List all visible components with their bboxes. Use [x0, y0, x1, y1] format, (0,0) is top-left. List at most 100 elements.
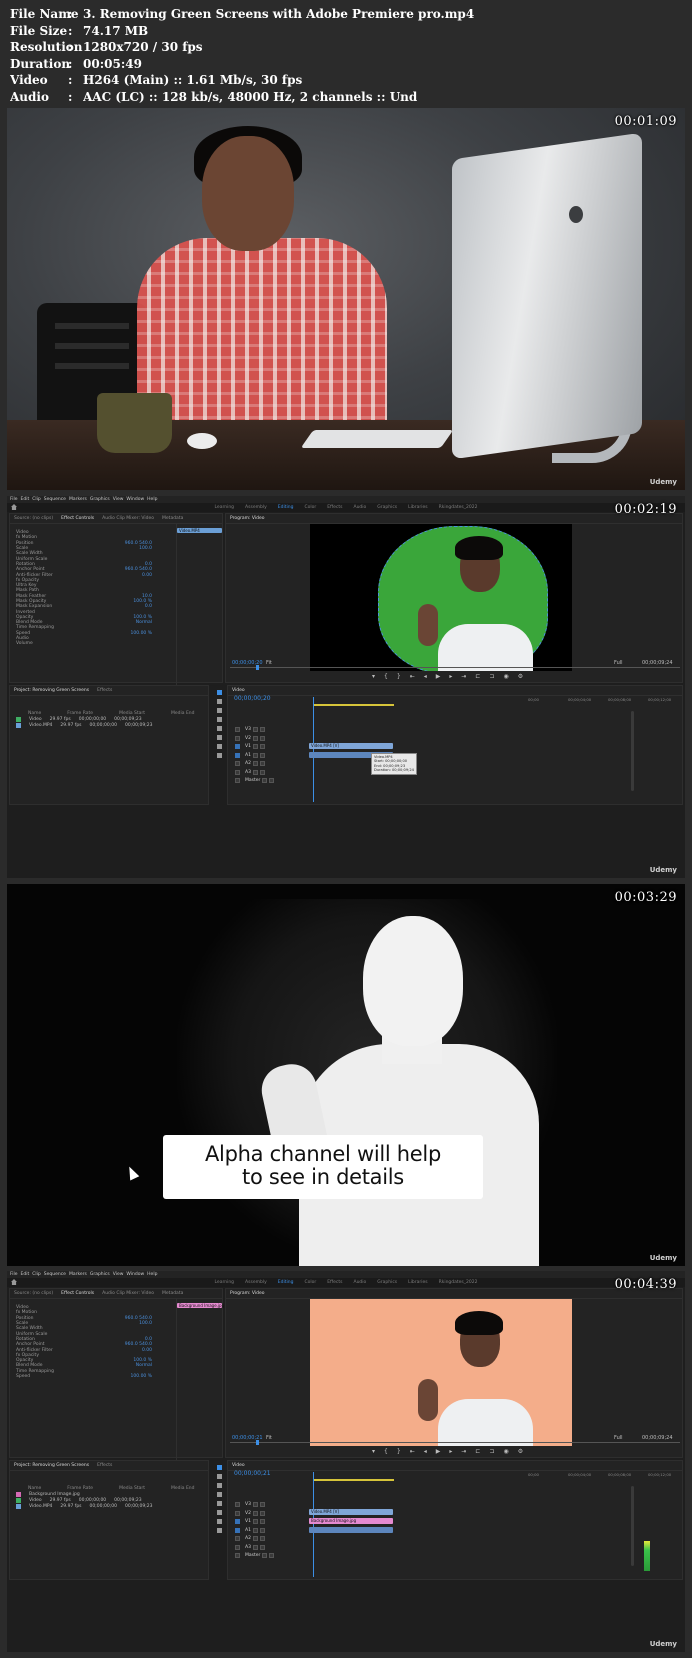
menu-item[interactable]: Sequence [44, 497, 66, 502]
timeline-clip-video[interactable]: Video.MP4 [V] [309, 743, 393, 749]
effect-value[interactable]: 960.0 540.0 [125, 541, 152, 546]
project-column-header[interactable]: Name [28, 1486, 41, 1491]
workspace-tab[interactable]: Rkingdates_2022 [439, 505, 478, 510]
track-header[interactable]: Master [231, 777, 313, 784]
timeline-playhead[interactable] [313, 697, 314, 802]
workspace-tab[interactable]: Effects [327, 505, 342, 510]
lock-icon[interactable] [252, 1527, 258, 1533]
effect-value[interactable]: 0.00 [142, 573, 152, 578]
step-forward-icon[interactable]: ▸ [449, 1448, 452, 1455]
track-header[interactable]: V2 [231, 1510, 313, 1517]
program-label[interactable]: Program: Video [230, 516, 265, 521]
timeline-scrollbar[interactable] [631, 711, 634, 791]
menu-item[interactable]: Graphics [90, 1272, 110, 1277]
project-column-header[interactable]: Media Start [119, 1486, 145, 1491]
ripple-edit-icon[interactable] [217, 708, 222, 713]
step-forward-icon[interactable]: ▸ [449, 673, 452, 680]
program-scrubber[interactable] [230, 667, 680, 668]
ripple-edit-icon[interactable] [217, 1483, 222, 1488]
menu-item[interactable]: View [113, 497, 124, 502]
in-point-icon[interactable]: { [384, 673, 388, 680]
eye-icon[interactable] [269, 778, 275, 783]
track-target-toggle[interactable] [235, 1502, 240, 1507]
workspace-tab[interactable]: Editing [278, 505, 294, 510]
eye-icon[interactable] [269, 1553, 275, 1558]
track-header[interactable]: A2 [231, 760, 313, 767]
workspace-tab[interactable]: Audio [353, 505, 366, 510]
step-back-icon[interactable]: ◂ [424, 1448, 427, 1455]
selection-tool-icon[interactable] [217, 690, 222, 695]
effect-value[interactable]: 10.0 [142, 594, 152, 599]
effect-value[interactable]: Normal [136, 1363, 152, 1368]
workspace-tab[interactable]: Libraries [408, 505, 427, 510]
eye-icon[interactable] [259, 1544, 265, 1550]
razor-tool-icon[interactable] [217, 1492, 222, 1497]
play-icon[interactable]: ▶ [436, 1448, 441, 1455]
track-target-toggle[interactable] [235, 761, 240, 766]
track-target-toggle[interactable] [235, 1536, 240, 1541]
eye-icon[interactable] [259, 761, 265, 766]
hand-tool-icon[interactable] [217, 744, 222, 749]
effect-value[interactable]: 100.00 % [131, 631, 152, 636]
program-resolution-select[interactable]: Full [614, 1435, 623, 1441]
insert-icon[interactable]: ⊏ [475, 673, 480, 680]
program-fit-select[interactable]: Fit [266, 1435, 272, 1441]
lock-icon[interactable] [252, 1510, 258, 1516]
lock-icon[interactable] [252, 735, 258, 741]
track-target-toggle[interactable] [235, 769, 240, 775]
overwrite-icon[interactable]: ⊐ [489, 673, 494, 680]
marker-icon[interactable]: ▾ [372, 1448, 375, 1455]
program-fit-select[interactable]: Fit [266, 660, 272, 666]
settings-icon[interactable]: ⚙ [518, 1448, 523, 1455]
workspace-tab[interactable]: Rkingdates_2022 [439, 1280, 478, 1285]
effects-tab[interactable]: Effects [97, 688, 112, 693]
eye-icon[interactable] [259, 769, 265, 775]
menu-item[interactable]: Window [126, 497, 144, 502]
pen-tool-icon[interactable] [217, 1510, 222, 1515]
track-header[interactable]: A1 [231, 1527, 313, 1534]
lock-icon[interactable] [262, 1553, 268, 1558]
menu-item[interactable]: Clip [32, 497, 41, 502]
effect-value[interactable]: Normal [136, 620, 152, 625]
settings-icon[interactable]: ⚙ [518, 673, 523, 680]
menu-item[interactable]: View [113, 1272, 124, 1277]
menu-item[interactable]: File [10, 1272, 18, 1277]
program-playhead[interactable] [256, 1440, 259, 1445]
pen-tool-icon[interactable] [217, 735, 222, 740]
workspace-tab[interactable]: Libraries [408, 1280, 427, 1285]
in-point-icon[interactable]: { [384, 1448, 388, 1455]
play-icon[interactable]: ▶ [436, 673, 441, 680]
panel-tab[interactable]: Audio Clip Mixer: Video [102, 1291, 154, 1296]
track-header[interactable]: V1 [231, 743, 313, 750]
slip-tool-icon[interactable] [217, 1501, 222, 1506]
out-point-icon[interactable]: } [397, 673, 401, 680]
lock-icon[interactable] [252, 744, 258, 749]
panel-tab[interactable]: Effect Controls [61, 516, 94, 521]
menu-item[interactable]: Help [147, 1272, 157, 1277]
track-target-toggle[interactable] [235, 1544, 240, 1550]
project-column-header[interactable]: Media End [171, 1486, 195, 1491]
type-tool-icon[interactable] [217, 753, 222, 758]
workspace-tab[interactable]: Graphics [377, 1280, 397, 1285]
workspace-tab[interactable]: Assembly [245, 1280, 267, 1285]
track-header[interactable]: A3 [231, 769, 313, 776]
selection-tool-icon[interactable] [217, 1465, 222, 1470]
go-to-in-icon[interactable]: ⇤ [410, 673, 415, 680]
workspace-tab[interactable]: Editing [278, 1280, 294, 1285]
lock-icon[interactable] [252, 1502, 258, 1507]
menu-item[interactable]: Graphics [90, 497, 110, 502]
effect-value[interactable]: 960.0 540.0 [125, 1342, 152, 1347]
panel-tab[interactable]: Source: (no clips) [14, 516, 53, 521]
project-column-header[interactable]: Media End [171, 711, 195, 716]
work-area-bar[interactable] [314, 1479, 394, 1481]
project-item[interactable]: Video.MP4 29.97 fps 00;00;00;00 00;00;09;23 [10, 1503, 208, 1509]
menu-item[interactable]: File [10, 497, 18, 502]
go-to-in-icon[interactable]: ⇤ [410, 1448, 415, 1455]
project-column-header[interactable]: Frame Rate [67, 1486, 93, 1491]
project-tab[interactable]: Project: Removing Green Screens [14, 1463, 89, 1468]
lock-icon[interactable] [252, 769, 258, 775]
track-select-icon[interactable] [217, 1474, 222, 1479]
menu-item[interactable]: Markers [69, 497, 87, 502]
lock-icon[interactable] [262, 778, 268, 783]
eye-icon[interactable] [259, 1510, 265, 1516]
